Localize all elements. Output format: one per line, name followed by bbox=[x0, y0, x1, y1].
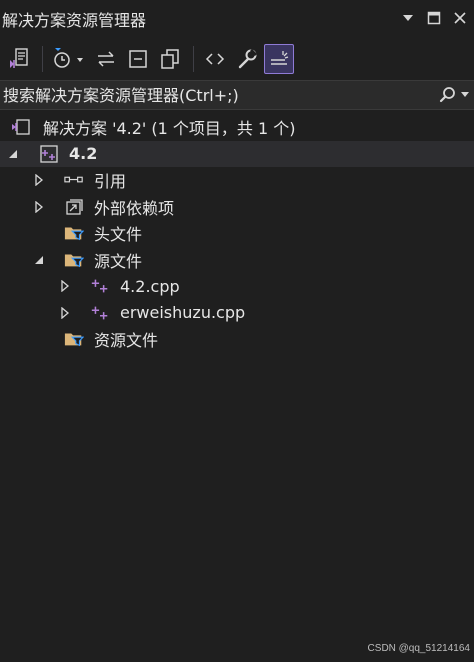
filter-folder-icon bbox=[64, 330, 84, 348]
preview-icon bbox=[271, 51, 289, 65]
tree-item-header-files[interactable]: 头文件 bbox=[0, 220, 474, 247]
pending-changes-filter-button[interactable] bbox=[49, 44, 89, 74]
tree-item-label: 引用 bbox=[94, 172, 127, 192]
solution-icon bbox=[11, 118, 31, 136]
filter-folder-icon bbox=[64, 251, 84, 269]
tree-item-label: 4.2.cpp bbox=[120, 276, 180, 296]
sync-with-active-document-button[interactable] bbox=[91, 44, 121, 74]
window-menu-dropdown-icon[interactable] bbox=[400, 10, 416, 26]
tree-item-label: erweishuzu.cpp bbox=[120, 303, 246, 323]
sync-arrows-icon bbox=[98, 51, 114, 67]
tree-item-file-4-2-cpp[interactable]: 4.2.cpp bbox=[0, 273, 474, 300]
tree-item-label: 外部依赖项 bbox=[94, 198, 175, 218]
cpp-project-icon bbox=[39, 145, 59, 163]
chevron-down-icon bbox=[461, 92, 469, 97]
toolbar bbox=[0, 40, 474, 78]
tree-item-file-erweishuzu-cpp[interactable]: erweishuzu.cpp bbox=[0, 300, 474, 327]
solution-tree: 解决方案 '4.2' (1 个项目，共 1 个) 4.2 引用 外部依赖项 头文… bbox=[0, 114, 474, 353]
collapsed-arrow-icon[interactable] bbox=[32, 200, 46, 214]
collapsed-arrow-icon[interactable] bbox=[32, 173, 46, 187]
cpp-file-icon bbox=[90, 277, 110, 295]
title-controls bbox=[400, 10, 468, 26]
tree-item-solution[interactable]: 解决方案 '4.2' (1 个项目，共 1 个) bbox=[0, 114, 474, 141]
panel-title-bar: 解决方案资源管理器 bbox=[0, 0, 474, 38]
view-code-button[interactable] bbox=[200, 44, 230, 74]
external-dependencies-icon bbox=[64, 198, 84, 216]
toolbar-separator bbox=[193, 46, 194, 72]
preview-selected-items-button[interactable] bbox=[264, 44, 294, 74]
search-bar bbox=[0, 80, 474, 110]
code-brackets-icon bbox=[205, 53, 225, 65]
show-all-files-icon bbox=[161, 49, 179, 69]
tree-item-label: 头文件 bbox=[94, 225, 143, 245]
search-input[interactable] bbox=[0, 81, 434, 109]
switch-views-icon bbox=[10, 48, 28, 68]
expanded-arrow-icon[interactable] bbox=[6, 147, 20, 161]
search-icon bbox=[439, 87, 455, 103]
panel-title: 解决方案资源管理器 bbox=[2, 11, 147, 30]
history-clock-icon bbox=[54, 48, 83, 68]
tree-item-resource-files[interactable]: 资源文件 bbox=[0, 326, 474, 353]
search-options[interactable] bbox=[434, 86, 474, 104]
tree-item-project[interactable]: 4.2 bbox=[0, 140, 474, 167]
collapsed-arrow-icon[interactable] bbox=[58, 279, 72, 293]
filter-folder-icon bbox=[64, 224, 84, 242]
tree-item-external-dependencies[interactable]: 外部依赖项 bbox=[0, 194, 474, 221]
properties-button[interactable] bbox=[232, 44, 262, 74]
toolbar-separator bbox=[42, 46, 43, 72]
collapse-all-button[interactable] bbox=[123, 44, 153, 74]
wrench-icon bbox=[238, 48, 258, 69]
solution-explorer-panel: 解决方案资源管理器 搜索解决方案资源管理器(Ctrl+;) 解决方案 '4.2'… bbox=[0, 0, 474, 662]
tree-item-label: 源文件 bbox=[94, 251, 143, 271]
close-icon[interactable] bbox=[452, 10, 468, 26]
show-all-files-button[interactable] bbox=[155, 44, 185, 74]
tree-item-references[interactable]: 引用 bbox=[0, 167, 474, 194]
tree-item-label: 资源文件 bbox=[94, 331, 159, 351]
maximize-icon[interactable] bbox=[426, 10, 442, 26]
tree-item-label: 解决方案 '4.2' (1 个项目，共 1 个) bbox=[43, 119, 296, 139]
collapse-all-icon bbox=[129, 50, 147, 68]
expanded-arrow-icon[interactable] bbox=[32, 253, 46, 267]
tree-item-source-files[interactable]: 源文件 bbox=[0, 247, 474, 274]
references-icon bbox=[64, 171, 84, 189]
watermark: CSDN @qq_51214164 bbox=[367, 643, 470, 654]
cpp-file-icon bbox=[90, 304, 110, 322]
switch-views-button[interactable] bbox=[4, 44, 34, 74]
tree-item-label: 4.2 bbox=[69, 144, 98, 164]
collapsed-arrow-icon[interactable] bbox=[58, 306, 72, 320]
